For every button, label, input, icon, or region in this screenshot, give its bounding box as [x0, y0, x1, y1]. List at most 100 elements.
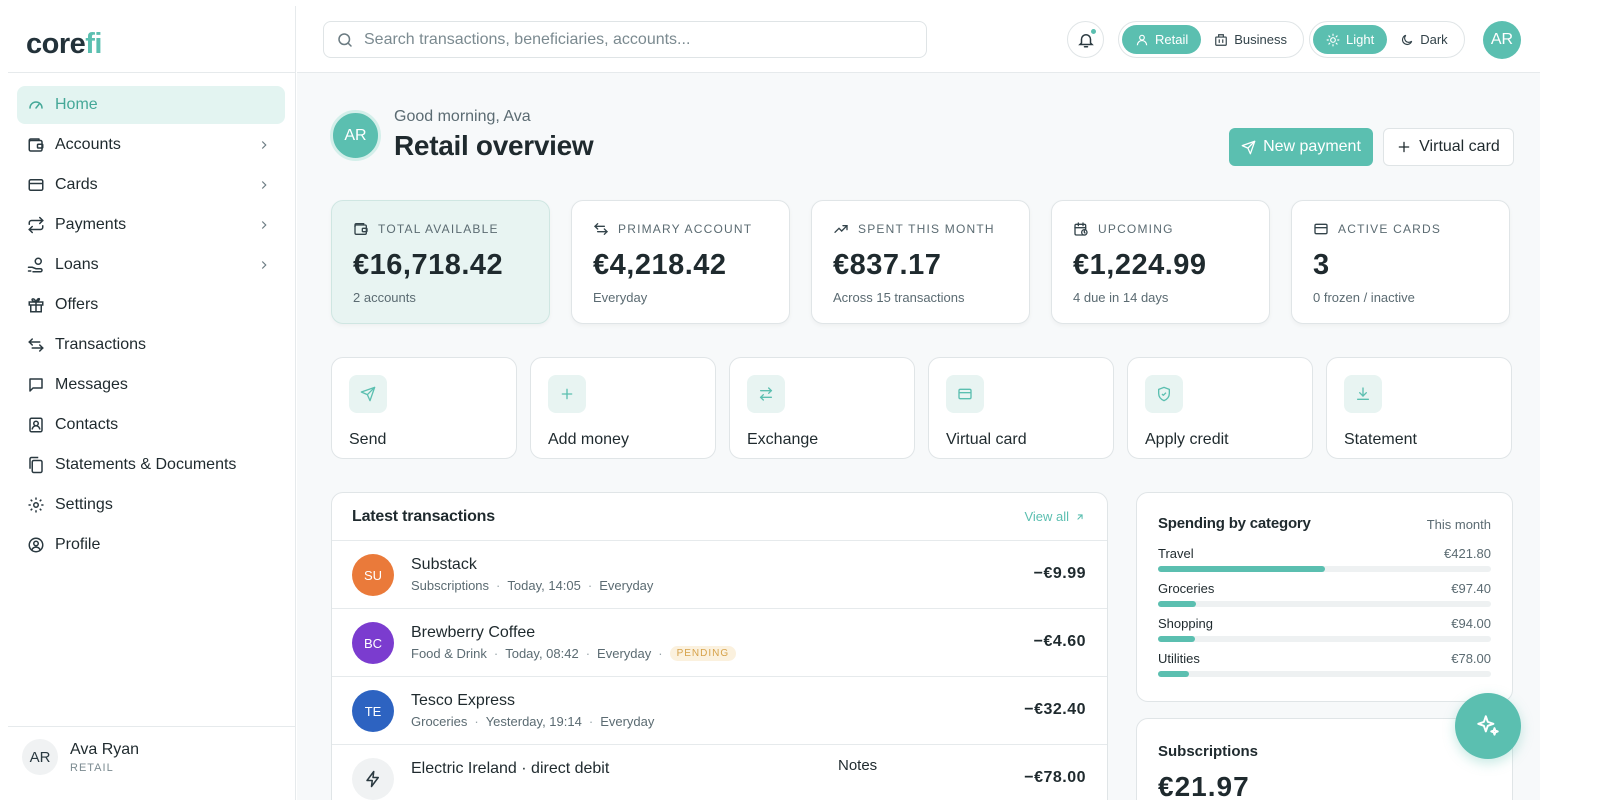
transaction-time: Today, 08:42	[505, 646, 579, 661]
stat-primary-account[interactable]: PRIMARY ACCOUNT €4,218.42 Everyday	[571, 200, 790, 324]
sidebar-item-transactions[interactable]: Transactions	[17, 326, 285, 364]
transaction-time: Today, 14:05	[507, 578, 581, 593]
virtual-card-button[interactable]: Virtual card	[1383, 128, 1514, 166]
user-avatar-button[interactable]: AR	[1483, 21, 1521, 59]
page-title: Retail overview	[394, 130, 594, 161]
plus-icon	[561, 388, 573, 400]
stat-label: ACTIVE CARDS	[1338, 222, 1442, 236]
notifications-button[interactable]	[1067, 21, 1104, 58]
stat-value: €837.17	[833, 249, 942, 281]
subscriptions-total: €21.97	[1158, 771, 1250, 800]
avatar: AR	[22, 739, 58, 775]
stat-sub: 4 due in 14 days	[1073, 290, 1169, 305]
plus-icon	[1398, 141, 1410, 153]
table-row[interactable]: SU Substack Subscriptions · Today, 14:05 ·…	[332, 541, 1107, 609]
sidebar-nav: Home Accounts Cards Payments Loans Offer…	[17, 86, 285, 566]
gear-icon	[28, 497, 44, 513]
category-bar-fill	[1158, 566, 1325, 572]
quick-action-label: Exchange	[747, 431, 819, 448]
category-amount: €97.40	[1451, 581, 1491, 596]
search-icon	[338, 32, 352, 47]
transaction-meta: Subscriptions · Today, 14:05 · Everyday	[411, 578, 654, 593]
quick-action-add-money[interactable]: Add money	[530, 357, 716, 459]
credit-card-icon	[1314, 223, 1328, 235]
hand-coins-icon	[27, 257, 43, 273]
theme-light[interactable]: Light	[1313, 25, 1388, 54]
gift-icon	[28, 297, 44, 313]
sidebar-item-home[interactable]: Home	[17, 86, 285, 124]
sidebar-item-statements[interactable]: Statements & Documents	[17, 446, 285, 484]
quick-action-statement[interactable]: Statement	[1326, 357, 1512, 459]
mode-business[interactable]: Business	[1201, 25, 1300, 54]
assistant-button[interactable]	[1455, 693, 1521, 759]
stat-label: TOTAL AVAILABLE	[378, 222, 499, 236]
merchant-avatar: TE	[352, 690, 394, 732]
new-payment-button[interactable]: New payment	[1229, 128, 1373, 166]
quick-action-label: Virtual card	[946, 431, 1027, 448]
main-content: Retail Business Light Dark AR AR Good mo…	[297, 6, 1540, 800]
category-bar-track	[1158, 671, 1491, 677]
category-row: Shopping €94.00	[1158, 616, 1491, 646]
table-row[interactable]: TE Tesco Express Groceries · Yesterday, 1…	[332, 677, 1107, 745]
sidebar-item-offers[interactable]: Offers	[17, 286, 285, 324]
sidebar-item-label: Accounts	[55, 136, 121, 153]
latest-transactions: Latest transactions View all SU Substack…	[331, 492, 1108, 800]
table-row[interactable]: BC Brewberry Coffee Food & Drink · Today,…	[332, 609, 1107, 677]
stat-label: SPENT THIS MONTH	[858, 222, 995, 236]
user-icon	[1136, 34, 1148, 45]
stat-sub: Everyday	[593, 290, 648, 305]
merchant-avatar: SU	[352, 554, 394, 596]
mode-retail[interactable]: Retail	[1122, 25, 1202, 54]
transaction-category: Food & Drink	[411, 646, 487, 661]
quick-action-virtual-card[interactable]: Virtual card	[928, 357, 1114, 459]
quick-action-exchange[interactable]: Exchange	[729, 357, 915, 459]
sparkle-icon	[1477, 715, 1499, 736]
sidebar-item-label: Profile	[55, 536, 101, 553]
stat-spent-this-month[interactable]: SPENT THIS MONTH €837.17 Across 15 trans…	[811, 200, 1030, 324]
brand-logo[interactable]: corefi	[26, 28, 102, 61]
stat-total-available[interactable]: TOTAL AVAILABLE €16,718.42 2 accounts	[331, 200, 550, 324]
sidebar-item-profile[interactable]: Profile	[17, 526, 285, 564]
transaction-category: Subscriptions	[411, 578, 490, 593]
sidebar-item-label: Statements & Documents	[55, 456, 237, 473]
table-row[interactable]: Electric Ireland · direct debit −€78.00	[332, 745, 1107, 800]
category-bar-track	[1158, 566, 1491, 572]
chevron-right-icon	[261, 141, 267, 149]
theme-dark[interactable]: Dark	[1387, 25, 1460, 54]
stat-sub: 0 frozen / inactive	[1313, 290, 1415, 305]
sidebar-item-settings[interactable]: Settings	[17, 486, 285, 524]
transaction-amount: −€32.40	[1024, 701, 1086, 718]
send-icon	[360, 386, 376, 402]
sidebar-item-contacts[interactable]: Contacts	[17, 406, 285, 444]
merchant-name: Brewberry Coffee	[411, 624, 536, 641]
sidebar-item-accounts[interactable]: Accounts	[17, 126, 285, 164]
sidebar-item-label: Messages	[55, 376, 128, 393]
stat-value: €1,224.99	[1073, 249, 1207, 281]
chevron-right-icon	[261, 261, 267, 269]
search-box[interactable]	[323, 21, 927, 58]
transaction-account: Everyday	[600, 714, 655, 729]
quick-action-apply-credit[interactable]: Apply credit	[1127, 357, 1313, 459]
calendar-clock-icon	[1074, 222, 1088, 236]
chevron-right-icon	[261, 181, 267, 189]
stat-sub: Across 15 transactions	[833, 290, 965, 305]
stat-upcoming[interactable]: UPCOMING €1,224.99 4 due in 14 days	[1051, 200, 1270, 324]
wallet-icon	[354, 223, 368, 235]
sidebar-item-messages[interactable]: Messages	[17, 366, 285, 404]
trend-up-icon	[834, 225, 848, 233]
section-title: Subscriptions	[1158, 743, 1259, 760]
stat-active-cards[interactable]: ACTIVE CARDS 3 0 frozen / inactive	[1291, 200, 1510, 324]
sidebar-item-loans[interactable]: Loans	[17, 246, 285, 284]
sidebar-item-payments[interactable]: Payments	[17, 206, 285, 244]
view-all-link[interactable]: View all	[1024, 509, 1085, 524]
credit-card-icon	[28, 179, 44, 191]
repeat-icon	[28, 216, 44, 234]
topbar: Retail Business Light Dark AR	[297, 6, 1540, 73]
merchant-name: Tesco Express	[411, 692, 516, 709]
search-input[interactable]	[364, 30, 904, 49]
contact-icon	[29, 417, 43, 433]
sidebar-user[interactable]: AR Ava Ryan RETAIL	[8, 726, 296, 800]
notes-tooltip[interactable]: Notes	[826, 755, 890, 776]
sidebar-item-cards[interactable]: Cards	[17, 166, 285, 204]
quick-action-send[interactable]: Send	[331, 357, 517, 459]
